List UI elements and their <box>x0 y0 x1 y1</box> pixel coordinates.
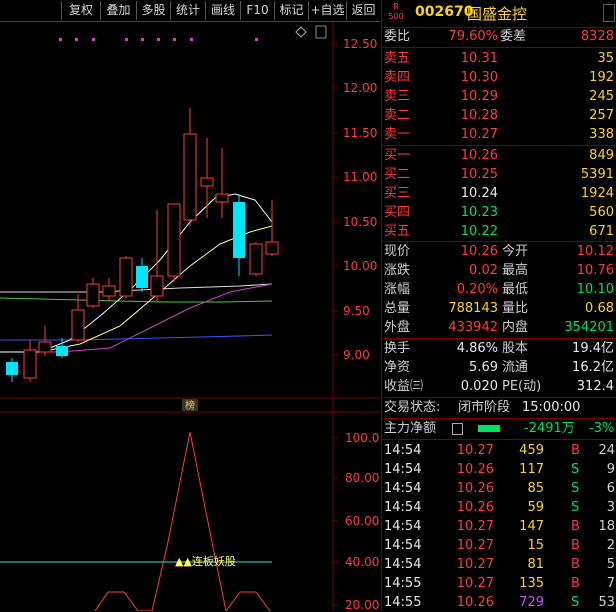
toolbar-overlay-button[interactable]: 叠加 <box>100 1 136 20</box>
kline-chart[interactable]: 12.50 12.00 11.50 11.00 10.50 10.00 9.50… <box>0 22 380 611</box>
price-tick-label: 10.50 <box>343 215 377 229</box>
bang-marker[interactable]: 榜 <box>185 399 195 412</box>
signal-label: ▲▲连板妖股 <box>175 554 236 568</box>
price-tick-label: 11.50 <box>343 126 377 140</box>
kline-chart-area[interactable]: 12.50 12.00 11.50 11.00 10.50 10.00 9.50… <box>0 22 380 611</box>
ma-line-green <box>0 297 273 303</box>
price-tick-label: 11.00 <box>343 170 377 184</box>
toolbar-fuquan-button[interactable]: 复权 <box>61 1 100 20</box>
ask-row[interactable]: 卖三 10.29 245 <box>382 87 616 106</box>
tick-row: 14:54 10.26 117 S 9 <box>384 462 615 477</box>
scroll-box-icon[interactable] <box>315 25 327 39</box>
chart-toolbar: 复权 叠加 多股 统计 画线 F10 标记 +自选 返回 <box>0 0 380 22</box>
indicator-line <box>94 431 271 611</box>
ask-row[interactable]: 卖二 10.28 257 <box>382 106 616 125</box>
ma-line-blue <box>0 334 273 341</box>
price-tick-label: 9.50 <box>343 304 370 318</box>
tick-row: 14:54 10.26 59 S 3 <box>384 500 615 515</box>
commission-row: 委比 79.60% 委差 8328 <box>384 29 614 44</box>
toolbar-mark-button[interactable]: 标记 <box>274 1 308 20</box>
bid-row[interactable]: 买五 10.22 671 <box>382 222 616 241</box>
bid-row[interactable]: 买二 10.25 5391 <box>382 165 616 184</box>
fund-row: 净资 5.69 流通 16.2亿 <box>384 360 614 375</box>
bid-row[interactable]: 买三 10.24 1924 <box>382 184 616 203</box>
price-tick-label: 9.00 <box>343 348 370 362</box>
tick-row: 14:55 10.27 135 B 7 <box>384 576 615 591</box>
diamond-icon[interactable] <box>295 26 307 38</box>
stock-code: 002670 <box>415 4 474 20</box>
price-tick-label: 12.50 <box>343 37 377 51</box>
indicator-tick-label: 20.00 <box>345 598 379 611</box>
quote-panel: R 500 002670 国盛金控 委比 79.60% 委差 8328 卖五 10… <box>381 0 616 611</box>
main-force-bar <box>478 425 500 432</box>
toolbar-multi-stock-button[interactable]: 多股 <box>136 1 170 20</box>
event-markers <box>59 38 258 41</box>
list-icon <box>452 423 463 435</box>
tick-row: 14:54 10.27 81 B 5 <box>384 557 615 572</box>
ask-row[interactable]: 卖五 10.31 35 <box>382 49 616 68</box>
bid-row[interactable]: 买四 10.23 560 <box>382 203 616 222</box>
tick-row: 14:55 10.26 729 S 53 <box>384 595 615 610</box>
ask-row[interactable]: 卖一 10.27 338 <box>382 125 616 144</box>
price-tick-label: 12.00 <box>343 81 377 95</box>
indicator-axis: 100.0 80.00 60.00 40.00 20.00 <box>333 431 379 611</box>
tick-row: 14:54 10.27 15 B 2 <box>384 538 615 553</box>
quote-row: 涨跌 0.02 最高 10.76 <box>384 263 614 278</box>
price-tick-label: 10.00 <box>343 259 377 273</box>
panel-scroll-icon[interactable] <box>603 4 615 22</box>
main-force-row[interactable]: 主力净额 -2491万 -3% <box>382 419 616 438</box>
toolbar-back-button[interactable]: 返回 <box>346 1 380 20</box>
tick-row: 14:54 10.27 459 B 24 <box>384 443 615 458</box>
price-axis: 12.50 12.00 11.50 11.00 10.50 10.00 9.50… <box>333 37 377 362</box>
ask-row[interactable]: 卖四 10.30 192 <box>382 68 616 87</box>
indicator-tick-label: 80.00 <box>345 471 379 485</box>
quote-row: 外盘 433942 内盘 354201 <box>384 320 614 335</box>
indicator-tick-label: 40.00 <box>345 555 379 569</box>
quote-row: 涨幅 0.20% 最低 10.10 <box>384 282 614 297</box>
fund-row: 收益㈢ 0.020 PE(动) 312.4 <box>384 379 614 394</box>
toolbar-stats-button[interactable]: 统计 <box>170 1 205 20</box>
toolbar-add-favorite-button[interactable]: +自选 <box>308 1 346 20</box>
quote-row: 现价 10.26 今开 10.12 <box>384 244 614 259</box>
indicator-tick-label: 100.0 <box>345 431 379 445</box>
bid-row[interactable]: 买一 10.26 849 <box>382 146 616 165</box>
trade-status-row: 交易状态: 闭市阶段 15:00:00 <box>384 400 581 415</box>
tick-row: 14:54 10.27 147 B 18 <box>384 519 615 534</box>
ma-line-yellow <box>0 225 273 353</box>
stock-header: R 500 002670 国盛金控 <box>382 0 616 27</box>
fund-row: 换手 4.86% 股本 19.4亿 <box>384 341 614 356</box>
quote-row: 总量 788143 量比 0.68 <box>384 301 614 316</box>
tick-row: 14:54 10.26 85 S 6 <box>384 481 615 496</box>
toolbar-f10-button[interactable]: F10 <box>240 1 274 20</box>
stock-name: 国盛金控 <box>467 5 528 23</box>
candlesticks <box>6 108 279 382</box>
r-badge: R 500 <box>388 2 404 21</box>
toolbar-draw-button[interactable]: 画线 <box>205 1 240 20</box>
indicator-tick-label: 60.00 <box>345 514 379 528</box>
